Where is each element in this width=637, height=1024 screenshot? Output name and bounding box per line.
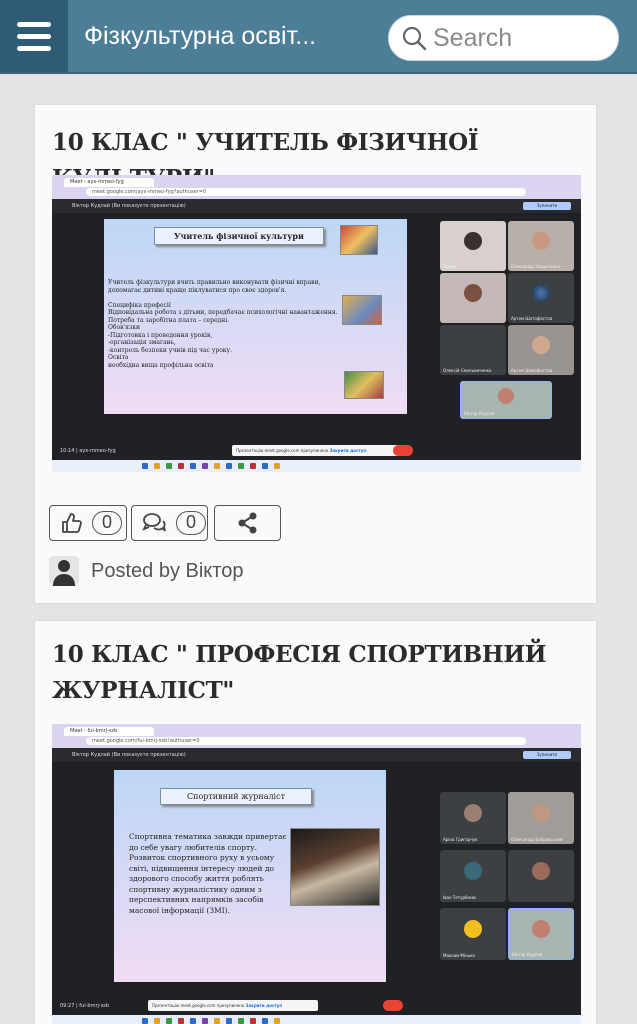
post-title[interactable]: 10 КЛАС " ПРОФЕСІЯ СПОРТИВНИЙ ЖУРНАЛІСТ" — [52, 637, 587, 709]
participant-tile: Артем Шатофастов — [508, 273, 574, 323]
sharing-notice: Презентацію meet.google.com призупинено … — [232, 445, 402, 456]
post-card: 10 КЛАС " УЧИТЕЛЬ ФІЗИЧНОЇ КУЛЬТУРИ" Mee… — [34, 104, 597, 604]
comments-icon — [142, 513, 166, 532]
posted-by[interactable]: Posted by Віктор — [91, 560, 243, 583]
slide-title: Учитель фізичної культури — [154, 227, 324, 245]
participant-tile: Олексій Смольниченко — [440, 325, 506, 375]
comment-count: 0 — [176, 511, 206, 535]
like-button[interactable]: 0 — [49, 505, 127, 541]
post-author: Posted by Віктор — [49, 555, 243, 587]
participant-avatar — [532, 861, 550, 880]
participant-video — [532, 232, 550, 250]
post-image[interactable]: Meet - fui-bmrj-ssb meet.google.com/fui-… — [52, 724, 581, 1024]
stop-presenting-button: Зупинити презентацію — [523, 202, 571, 216]
browser-tab: Meet - fui-bmrj-ssb — [64, 727, 154, 736]
meeting-info: 10:14 | ayx-mmeo-fyg — [60, 448, 116, 454]
slide-text: Спортивна тематика завжди привертає до с… — [129, 832, 287, 915]
presentation-slide: Спортивний журналіст Спортивна тематика … — [114, 770, 386, 982]
participant-tile: Роман — [440, 221, 506, 271]
slide-photo — [340, 225, 378, 255]
search-box[interactable] — [388, 15, 619, 61]
share-button[interactable] — [214, 505, 281, 541]
browser-url: meet.google.com/ayx-mmeo-fyg?authuser=0 — [86, 188, 526, 196]
participant-tile: Віктор Кудлай — [508, 908, 574, 960]
browser-url: meet.google.com/fui-bmrj-ssb?authuser=0 — [86, 737, 526, 745]
participant-video — [498, 388, 514, 405]
participant-tile: Артем Шевофастов — [508, 325, 574, 375]
participant-tile: Олександр Захарченко — [508, 221, 574, 271]
slide-title: Спортивний журналіст — [160, 788, 312, 805]
search-icon — [402, 26, 427, 51]
participant-tile: Максим Мінько — [440, 908, 506, 960]
participant-grid: Аріна Григорчук Олександр Бобровський Ів… — [438, 770, 578, 970]
participant-tile: Аріна Григорчук — [440, 792, 506, 844]
participant-video — [532, 803, 550, 822]
search-input[interactable] — [433, 23, 603, 53]
like-count: 0 — [92, 511, 122, 535]
participant-tile — [440, 273, 506, 323]
share-icon — [238, 512, 256, 534]
avatar[interactable] — [49, 556, 79, 586]
participant-video — [532, 336, 550, 354]
participant-tile: Олександр Бобровський — [508, 792, 574, 844]
meet-header: Віктор Кудлай (Ви показуєте презентацію)… — [52, 199, 581, 216]
stop-presenting-button: Зупинити презентацію — [523, 751, 571, 765]
user-icon — [53, 560, 75, 586]
top-bar: Фізкультурна освіт... — [0, 0, 637, 74]
meeting-info: 09:27 | fui-bmrj-ssb — [60, 1003, 110, 1009]
hamburger-menu-icon[interactable] — [0, 0, 68, 72]
participant-video — [532, 920, 550, 938]
sharing-notice: Презентацію meet.google.com призупинено … — [148, 1000, 318, 1011]
browser-bar: Meet - ayx-mmeo-fyg meet.google.com/ayx-… — [52, 175, 581, 199]
presenter-label: Віктор Кудлай (Ви показуєте презентацію) — [72, 203, 186, 209]
presenter-label: Віктор Кудлай (Ви показуєте презентацію) — [72, 752, 186, 758]
participant-grid: Роман Олександр Захарченко Артем Шатофас… — [438, 219, 578, 419]
participant-video — [464, 232, 482, 250]
windows-taskbar — [52, 460, 581, 472]
slide-text: Учитель фізкультури вчить правильно вико… — [108, 279, 338, 369]
browser-bar: Meet - fui-bmrj-ssb meet.google.com/fui-… — [52, 724, 581, 748]
comment-button[interactable]: 0 — [131, 505, 208, 541]
meet-controls: 10:14 | ayx-mmeo-fyg Презентацію meet.go… — [52, 442, 581, 460]
slide-photo — [342, 295, 382, 325]
browser-tab: Meet - ayx-mmeo-fyg — [64, 178, 154, 187]
participant-tile: Іван Тетурбеню — [440, 850, 506, 902]
meet-controls: 09:27 | fui-bmrj-ssb Презентацію meet.go… — [52, 997, 581, 1015]
hang-up-icon — [383, 1000, 403, 1011]
slide-photo — [290, 828, 380, 906]
participant-tile — [508, 850, 574, 902]
slide-photo — [344, 371, 384, 399]
participant-avatar — [464, 919, 482, 938]
participant-video — [464, 284, 482, 302]
participant-avatar — [464, 803, 482, 822]
participant-avatar — [464, 861, 482, 880]
presentation-slide: Учитель фізичної культури Учитель фізкул… — [104, 219, 407, 414]
meet-header: Віктор Кудлай (Ви показуєте презентацію)… — [52, 748, 581, 765]
thumbs-up-icon — [62, 513, 82, 533]
participant-tile: Віктор Кудлай — [460, 381, 552, 419]
post-image[interactable]: Meet - ayx-mmeo-fyg meet.google.com/ayx-… — [52, 175, 581, 472]
site-title[interactable]: Фізкультурна освіт... — [84, 22, 316, 51]
windows-taskbar — [52, 1015, 581, 1024]
hang-up-icon — [393, 445, 413, 456]
participant-avatar — [532, 284, 550, 302]
post-card: 10 КЛАС " ПРОФЕСІЯ СПОРТИВНИЙ ЖУРНАЛІСТ"… — [34, 620, 597, 1024]
